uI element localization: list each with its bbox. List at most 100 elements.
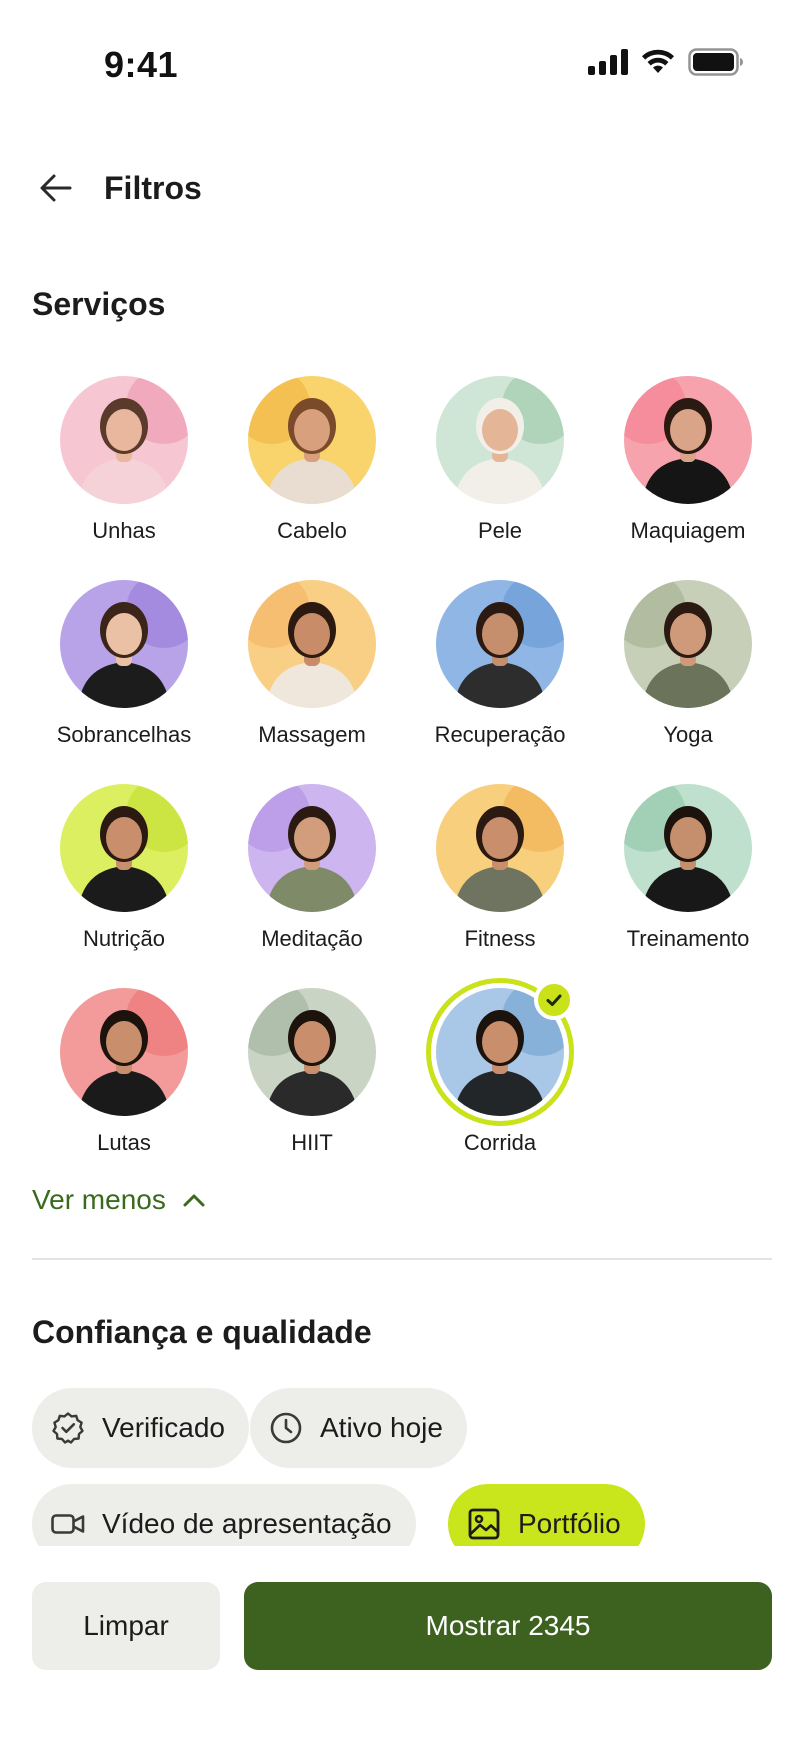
service-photo	[436, 580, 564, 708]
service-item-pele[interactable]: Pele	[406, 370, 594, 544]
service-photo-illustration	[248, 580, 376, 708]
service-avatar-wrap	[242, 574, 382, 714]
service-photo-illustration	[624, 580, 752, 708]
service-item-meditacao[interactable]: Meditação	[218, 778, 406, 952]
cellular-signal-icon	[588, 49, 628, 75]
service-label: Pele	[477, 518, 523, 543]
service-photo-illustration	[248, 988, 376, 1116]
service-label: Nutrição	[83, 926, 165, 951]
service-avatar-wrap	[54, 982, 194, 1122]
service-avatar-wrap	[242, 982, 382, 1122]
page-title: Filtros	[104, 170, 202, 206]
divider	[32, 1258, 772, 1260]
service-item-fitness[interactable]: Fitness	[406, 778, 594, 952]
service-avatar-wrap	[54, 778, 194, 918]
service-label: Massagem	[258, 722, 366, 747]
wifi-icon	[642, 49, 674, 73]
service-photo-illustration	[624, 784, 752, 912]
service-photo-illustration	[624, 376, 752, 504]
verified-badge-icon	[50, 1410, 86, 1446]
image-icon	[466, 1506, 502, 1542]
service-photo	[60, 580, 188, 708]
checkmark-icon	[534, 980, 574, 1020]
ver-menos-button[interactable]: Ver menos	[32, 1184, 206, 1216]
battery-icon	[688, 48, 743, 76]
service-item-cabelo[interactable]: Cabelo	[218, 370, 406, 544]
service-avatar-wrap	[426, 978, 574, 1126]
service-label: Corrida	[463, 1130, 537, 1155]
back-button[interactable]	[36, 168, 76, 208]
service-label: Meditação	[261, 926, 363, 951]
service-item-nutricao[interactable]: Nutrição	[30, 778, 218, 952]
service-photo-illustration	[248, 376, 376, 504]
service-photo	[60, 988, 188, 1116]
arrow-left-icon	[40, 174, 72, 202]
service-label: Treinamento	[626, 926, 750, 951]
service-label: Sobrancelhas	[56, 722, 192, 747]
trust-section-title: Confiança e qualidade	[32, 1314, 372, 1350]
service-photo	[60, 376, 188, 504]
service-label: HIIT	[291, 1130, 333, 1155]
service-label: Unhas	[92, 518, 156, 543]
service-avatar-wrap	[430, 778, 570, 918]
show-results-button[interactable]: Mostrar 2345	[244, 1582, 772, 1670]
service-item-sobrancelhas[interactable]: Sobrancelhas	[30, 574, 218, 748]
service-avatar-wrap	[618, 778, 758, 918]
service-label: Cabelo	[277, 518, 347, 543]
service-avatar-wrap	[242, 778, 382, 918]
status-bar: 9:41	[0, 0, 804, 130]
service-photo	[624, 376, 752, 504]
service-photo	[248, 988, 376, 1116]
service-photo-illustration	[60, 580, 188, 708]
service-avatar-wrap	[430, 370, 570, 510]
service-avatar-wrap	[618, 370, 758, 510]
status-icons	[588, 48, 744, 76]
chip-label: Vídeo de apresentação	[102, 1508, 392, 1539]
service-label: Lutas	[97, 1130, 151, 1155]
service-item-lutas[interactable]: Lutas	[30, 982, 218, 1156]
chip-label: Verificado	[102, 1412, 225, 1443]
service-item-recuperacao[interactable]: Recuperação	[406, 574, 594, 748]
service-photo-illustration	[60, 784, 188, 912]
service-item-hiit[interactable]: HIIT	[218, 982, 406, 1156]
service-item-treinamento[interactable]: Treinamento	[594, 778, 782, 952]
service-photo	[248, 580, 376, 708]
service-label: Maquiagem	[630, 518, 746, 543]
service-photo	[60, 784, 188, 912]
service-photo-illustration	[60, 988, 188, 1116]
clear-button[interactable]: Limpar	[32, 1582, 220, 1670]
services-section-title: Serviços	[32, 286, 166, 322]
service-photo-illustration	[436, 784, 564, 912]
service-photo	[436, 784, 564, 912]
service-label: Recuperação	[434, 722, 566, 747]
service-photo-illustration	[436, 376, 564, 504]
service-avatar-wrap	[242, 370, 382, 510]
service-item-yoga[interactable]: Yoga	[594, 574, 782, 748]
service-photo	[248, 376, 376, 504]
chip-label: Portfólio	[518, 1508, 621, 1539]
clock-icon	[268, 1410, 304, 1446]
service-photo	[436, 376, 564, 504]
service-item-massagem[interactable]: Massagem	[218, 574, 406, 748]
service-label: Fitness	[464, 926, 536, 951]
service-label: Yoga	[663, 722, 713, 747]
services-grid: Unhas Cabelo Pele Maquiagem Sobrancelhas Mass…	[30, 370, 782, 1156]
video-camera-icon	[50, 1506, 86, 1542]
ver-menos-label: Ver menos	[32, 1184, 166, 1215]
chevron-up-icon	[183, 1194, 205, 1207]
header: Filtros	[0, 160, 804, 220]
status-time: 9:41	[104, 44, 179, 85]
service-photo-illustration	[248, 784, 376, 912]
service-item-maquiagem[interactable]: Maquiagem	[594, 370, 782, 544]
service-photo	[248, 784, 376, 912]
service-photo-illustration	[436, 580, 564, 708]
service-item-corrida[interactable]: Corrida	[406, 978, 594, 1156]
service-avatar-wrap	[54, 574, 194, 714]
service-photo	[624, 784, 752, 912]
chip-verificado[interactable]: Verificado	[32, 1388, 249, 1468]
service-photo-illustration	[60, 376, 188, 504]
service-item-unhas[interactable]: Unhas	[30, 370, 218, 544]
service-avatar-wrap	[54, 370, 194, 510]
service-photo	[624, 580, 752, 708]
chip-ativo-hoje[interactable]: Ativo hoje	[250, 1388, 467, 1468]
